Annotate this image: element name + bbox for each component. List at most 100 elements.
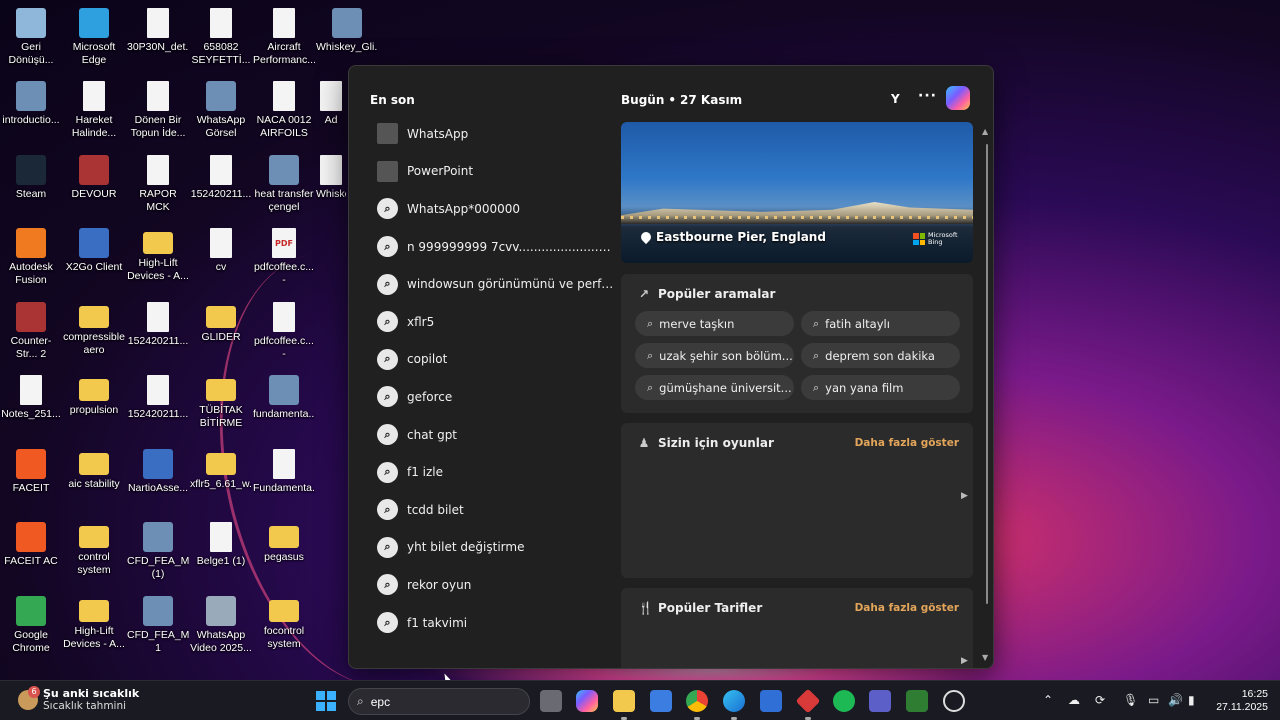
copilot-icon[interactable] [946,86,970,110]
desktop-icon[interactable]: 152420211... [190,151,252,201]
desktop-icon[interactable]: Counter-Str... 2 [0,298,62,361]
battery-icon[interactable]: ▮ [1188,693,1195,707]
show-hidden-icons-icon[interactable]: ⌃ [1043,693,1053,707]
desktop-icon[interactable]: CFD_FEA_M... (1) [127,518,189,581]
desktop-icon[interactable]: DEVOUR [63,151,125,201]
desktop-icon[interactable]: Ad [316,77,346,127]
desktop-icon[interactable]: FACEIT [0,445,62,495]
system-clock[interactable]: 16:25 27.11.2025 [1212,688,1268,714]
hero-image-card[interactable]: Eastbourne Pier, England Microsoft Bing [621,122,973,263]
scrollbar-thumb[interactable] [986,144,988,604]
desktop-icon[interactable]: propulsion [63,371,125,417]
microsoft-store-icon[interactable] [650,690,672,712]
more-options-button[interactable]: ··· [918,88,937,104]
taskbar-search-box[interactable]: ⌕ [348,688,530,715]
recent-item[interactable]: ⌕ windowsun görünümünü ve performa... [369,265,614,303]
desktop-icon[interactable]: 152420211... [127,371,189,421]
chrome-icon[interactable] [686,690,708,712]
steam-taskbar-icon[interactable] [943,690,965,712]
recent-item[interactable]: ⌕ tcdd bilet [369,491,614,529]
desktop-icon[interactable]: xflr5_6.61_w... [190,445,252,491]
recipes-next-arrow-icon[interactable]: ▶ [961,656,968,666]
desktop-icon[interactable]: FACEIT AC [0,518,62,568]
popular-search-pill[interactable]: ⌕ gümüşhane üniversit... [635,375,794,400]
desktop-icon[interactable]: Autodesk Fusion [0,224,62,287]
desktop-icon[interactable]: 152420211... [127,298,189,348]
desktop-icon[interactable]: aic stability [63,445,125,491]
desktop-icon[interactable]: NACA 0012 AIRFOILS [253,77,315,140]
desktop-icon[interactable]: X2Go Client [63,224,125,274]
network-icon[interactable]: ▭ [1148,693,1159,707]
taskbar-search-input[interactable] [370,694,511,709]
outlook-icon[interactable] [760,690,782,712]
desktop-icon[interactable]: compressible aero [63,298,125,357]
desktop-icon[interactable]: WhatsApp Görsel 2025... [190,77,252,140]
desktop-icon[interactable]: Steam [0,151,62,201]
microphone-icon[interactable]: 🎙 [1123,693,1138,707]
recent-item[interactable]: ⌕ geforce [369,378,614,416]
desktop-icon[interactable]: High-Lift Devices - A... [127,224,189,283]
recent-item[interactable]: ⌕ f1 izle [369,453,614,491]
popular-search-pill[interactable]: ⌕ deprem son dakika [801,343,960,368]
copilot-taskbar-icon[interactable] [576,690,598,712]
desktop-icon[interactable]: RAPOR MCK [127,151,189,214]
recent-item[interactable]: ⌕ rekor oyun [369,566,614,604]
teams-icon[interactable] [869,690,891,712]
sync-icon[interactable]: ⟳ [1095,693,1105,707]
recent-item[interactable]: WhatsApp [369,115,614,153]
app-red-icon[interactable] [795,688,821,714]
onedrive-icon[interactable]: ☁ [1068,693,1080,707]
edge-icon[interactable] [723,690,745,712]
desktop-icon[interactable]: Notes_251... [0,371,62,421]
desktop-icon[interactable]: Belge1 (1) [190,518,252,568]
desktop-icon[interactable]: WhatsApp Video 2025... [190,592,252,655]
desktop-icon[interactable]: Whiskey_Gli... [316,4,378,54]
desktop-icon[interactable]: Google Chrome [0,592,62,655]
recent-item[interactable]: ⌕ yht bilet değiştirme [369,529,614,567]
recent-item[interactable]: ⌕ WhatsApp*000000 [369,190,614,228]
desktop-icon[interactable]: Aircraft Performanc... [253,4,315,67]
desktop-icon[interactable]: NartioAsse... [127,445,189,495]
desktop-icon[interactable]: introductio... [0,77,62,127]
desktop-icon[interactable]: fundamenta... [253,371,315,421]
recent-item[interactable]: ⌕ xflr5 [369,303,614,341]
scroll-down-icon[interactable]: ▼ [982,653,988,662]
scroll-up-icon[interactable]: ▲ [982,127,988,136]
excel-icon[interactable] [906,690,928,712]
popular-search-pill[interactable]: ⌕ uzak şehir son bölüm... [635,343,794,368]
desktop-icon[interactable]: heat transfer çengel [253,151,315,214]
popular-search-pill[interactable]: ⌕ yan yana film [801,375,960,400]
desktop-icon[interactable]: TÜBİTAK BİTİRME [190,371,252,430]
games-more-link[interactable]: Daha fazla göster [855,437,959,449]
desktop-icon[interactable]: Microsoft Edge [63,4,125,67]
recent-item[interactable]: ⌕ n 999999999 7cvv.......................… [369,228,614,266]
desktop-icon[interactable]: GLIDER [190,298,252,344]
desktop-icon[interactable]: Geri Dönüşü... [0,4,62,67]
desktop-icon[interactable]: pegasus [253,518,315,564]
file-explorer-icon[interactable] [613,690,635,712]
desktop-icon[interactable]: pdfcoffee.c... - 2023.01.13... [253,298,315,361]
start-button-icon[interactable] [316,691,336,711]
games-next-arrow-icon[interactable]: ▶ [961,491,968,501]
desktop-icon[interactable]: PDF pdfcoffee.c... - 2023.01.13... [253,224,315,287]
spotify-icon[interactable] [833,690,855,712]
popular-search-pill[interactable]: ⌕ fatih altaylı [801,311,960,336]
profile-button[interactable]: Y [891,92,900,106]
hero-caption[interactable]: Eastbourne Pier, England [638,229,826,245]
recent-item[interactable]: PowerPoint [369,153,614,191]
recent-item[interactable]: ⌕ copilot [369,341,614,379]
recent-item[interactable]: ⌕ f1 takvimi [369,604,614,642]
desktop-icon[interactable]: CFD_FEA_M... 1 [127,592,189,655]
desktop-icon[interactable]: 30P30N_det... [127,4,189,54]
desktop-icon[interactable]: High-Lift Devices - A... [63,592,125,651]
desktop-icon[interactable]: 658082 SEYFETTİ... [190,4,252,67]
desktop-icon[interactable]: control system [63,518,125,577]
volume-icon[interactable]: 🔊 [1168,693,1183,707]
desktop-icon[interactable]: cv [190,224,252,274]
desktop-icon[interactable]: Whiske [316,151,346,201]
recipes-more-link[interactable]: Daha fazla göster [855,602,959,614]
desktop-icon[interactable]: Dönen Bir Topun İde... [127,77,189,140]
desktop-icon[interactable]: Hareket Halinde... [63,77,125,140]
desktop-icon[interactable]: Fundamenta... [253,445,315,495]
popular-search-pill[interactable]: ⌕ merve taşkın [635,311,794,336]
